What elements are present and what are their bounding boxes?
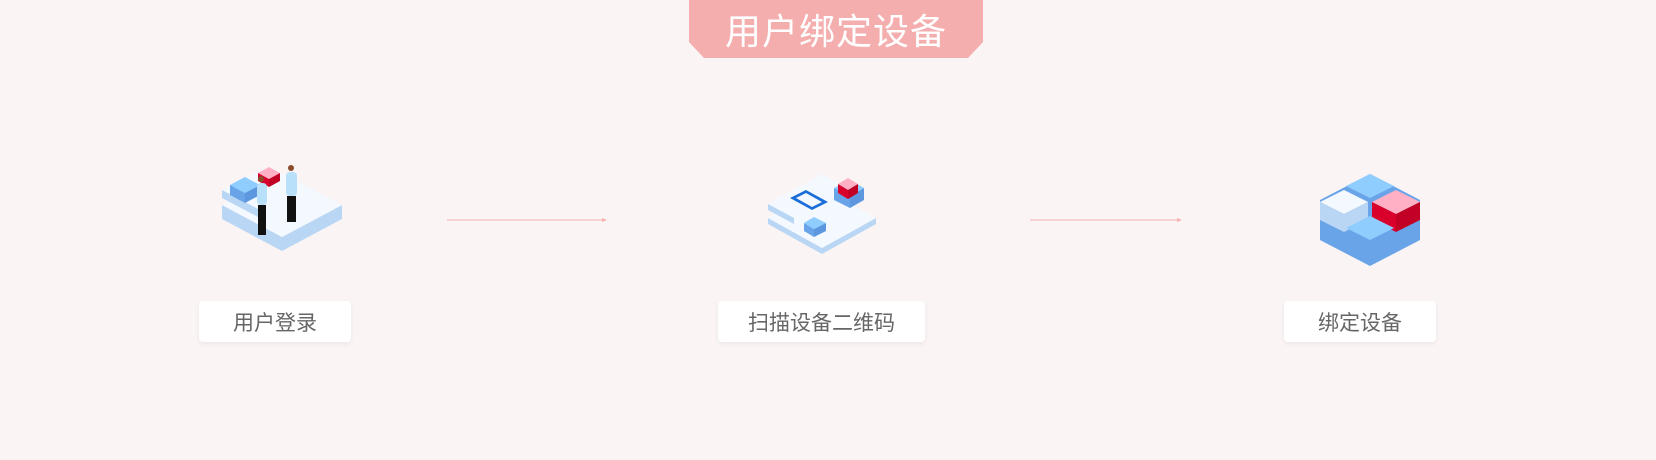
arrow-right-icon: [447, 218, 607, 222]
scan-qr-icon: [768, 174, 876, 254]
arrow-right-icon: [1030, 218, 1182, 222]
step-label-login: 用户登录: [199, 301, 351, 342]
step-label-scan-qr: 扫描设备二维码: [718, 301, 925, 342]
bind-blocks-icon: [1320, 174, 1420, 266]
step-label-bind: 绑定设备: [1284, 301, 1436, 342]
people-exchange-icon: [222, 165, 342, 251]
page-title: 用户绑定设备: [689, 0, 983, 58]
